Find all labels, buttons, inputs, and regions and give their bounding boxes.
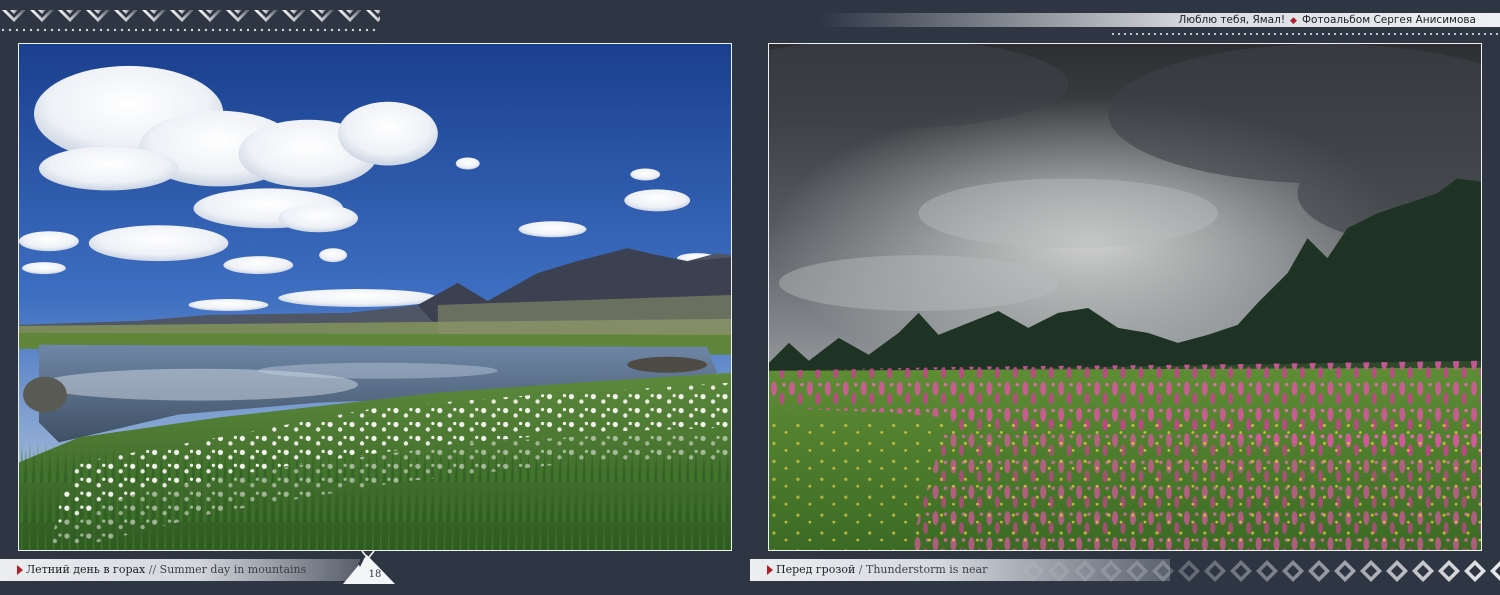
caption-right-ru: Перед грозой bbox=[776, 563, 856, 576]
caption-left-en: Summer day in mountains bbox=[159, 563, 307, 576]
header-text: Люблю тебя, Ямал! ◆ Фотоальбом Сергея Анис… bbox=[1178, 13, 1476, 27]
header-dotted-line bbox=[1110, 31, 1500, 37]
book-title: Люблю тебя, Ямал! bbox=[1178, 14, 1286, 26]
triangle-right-icon bbox=[17, 565, 23, 575]
caption-right-separator: / bbox=[855, 563, 867, 576]
ornament-bottom-right bbox=[1020, 556, 1500, 586]
triangle-right-icon bbox=[767, 565, 773, 575]
photo-summer-day bbox=[18, 43, 732, 551]
caption-right-en: Thunderstorm is near bbox=[866, 563, 988, 576]
diamond-icon: ◆ bbox=[1290, 16, 1297, 26]
caption-left: Летний день в горах // Summer day in mou… bbox=[0, 559, 360, 581]
ornament-top-left bbox=[0, 0, 380, 38]
album-subtitle: Фотоальбом Сергея Анисимова bbox=[1301, 14, 1476, 26]
page-number: 18 bbox=[368, 569, 382, 580]
caption-left-ru: Летний день в горах bbox=[26, 563, 146, 576]
photo-thunderstorm bbox=[768, 43, 1482, 551]
caption-left-separator: // bbox=[145, 563, 160, 576]
